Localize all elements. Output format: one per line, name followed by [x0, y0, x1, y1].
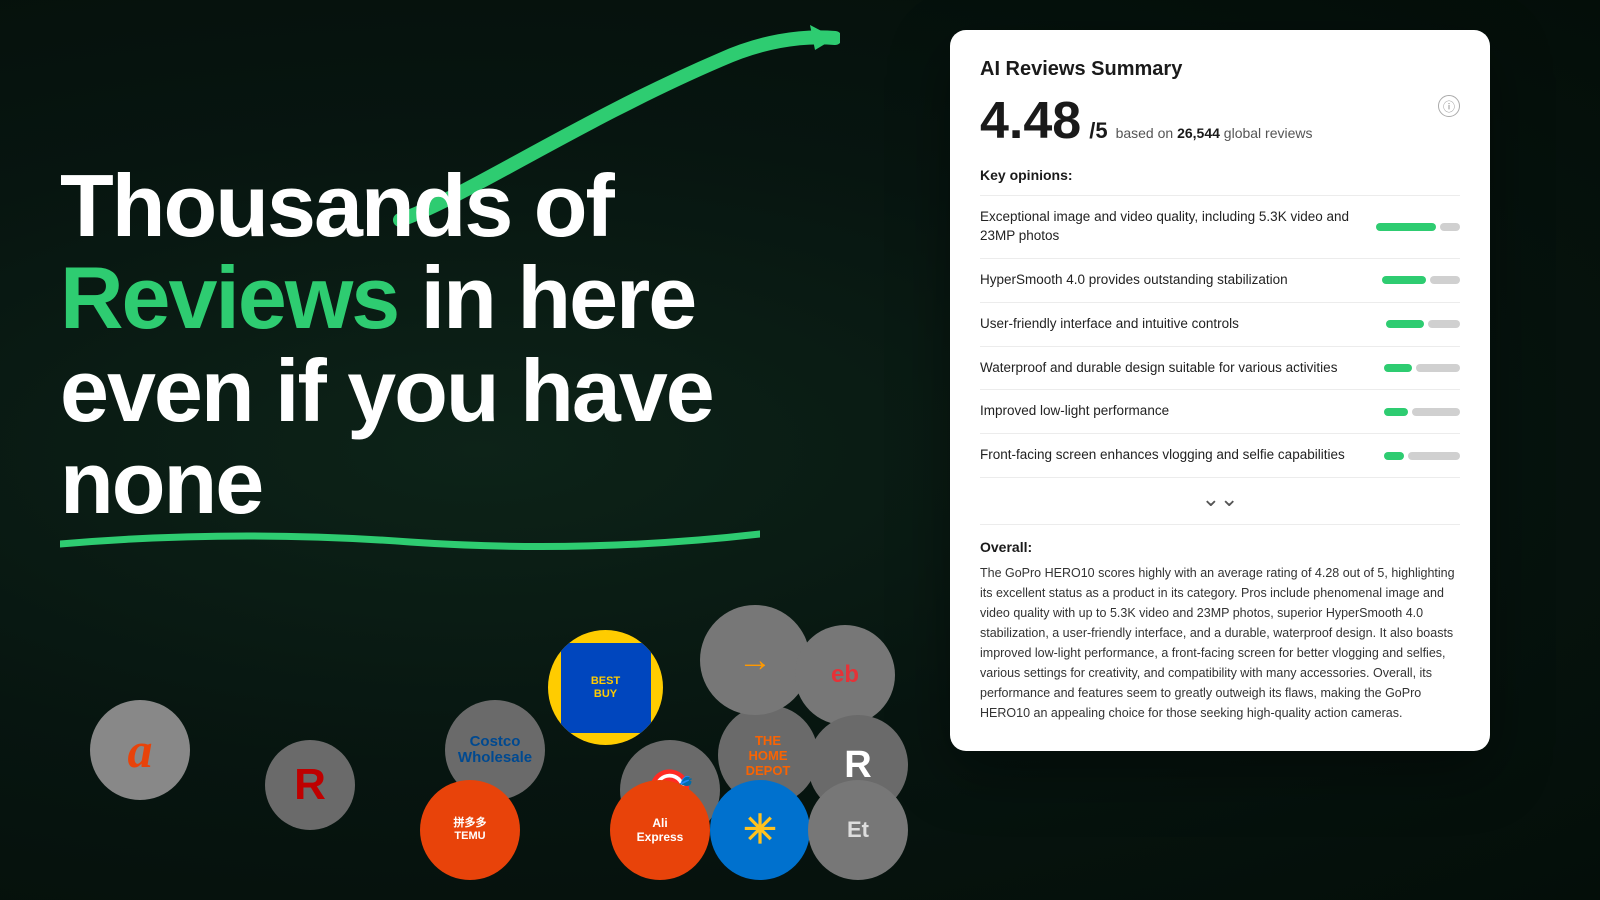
headline: Thousands of Reviews in here even if you…: [60, 160, 810, 530]
rating-value: 4.48: [980, 91, 1081, 151]
alibaba-icon: a: [128, 721, 153, 779]
costco-text: CostcoWholesale: [458, 734, 532, 767]
aliexpress-text: AliExpress: [637, 816, 684, 844]
rating-meta: based on 26,544 global reviews: [1116, 125, 1313, 141]
bar-6: [1384, 452, 1460, 460]
temu-text: 拼多多TEMU: [454, 817, 487, 843]
aliexpress-bubble: AliExpress: [610, 780, 710, 880]
bar-5: [1384, 408, 1460, 416]
bestbuy-inner: BESTBUY: [561, 643, 651, 733]
opinion-row-6: Front-facing screen enhances vlogging an…: [980, 433, 1460, 477]
et-bubble: Et: [808, 780, 908, 880]
rakuten-bubble: R: [265, 740, 355, 830]
bestbuy-text: BESTBUY: [591, 675, 620, 699]
headline-line2: Reviews in here: [60, 252, 810, 344]
left-content: Thousands of Reviews in here even if you…: [60, 160, 810, 530]
card-title: AI Reviews Summary: [980, 58, 1460, 81]
amazon-icon: →: [738, 641, 772, 680]
bar-1: [1376, 223, 1460, 231]
walmart-bubble: ✳: [710, 780, 810, 880]
opinion-row-5: Improved low-light performance: [980, 389, 1460, 433]
headline-line1: Thousands of: [60, 160, 810, 252]
bar-4: [1384, 364, 1460, 372]
opinion-row-2: HyperSmooth 4.0 provides outstanding sta…: [980, 258, 1460, 302]
headline-reviews-word: Reviews: [60, 248, 398, 347]
headline-line3: even if you have none: [60, 345, 810, 530]
logos-area: a R CostcoWholesale BESTBUY 🎯 THEHOMEDEP…: [0, 620, 1600, 860]
rating-row: 4.48 /5 based on 26,544 global reviews ⓘ: [980, 91, 1460, 151]
show-more-chevron[interactable]: ⌄⌄: [980, 477, 1460, 520]
rating-denom: /5: [1089, 118, 1107, 144]
opinion-row-1: Exceptional image and video quality, inc…: [980, 195, 1460, 258]
headline-in-here: in here: [398, 248, 695, 347]
key-opinions-label: Key opinions:: [980, 167, 1460, 183]
opinion-row-3: User-friendly interface and intuitive co…: [980, 302, 1460, 346]
bar-3: [1386, 320, 1460, 328]
temu-bubble: 拼多多TEMU: [420, 780, 520, 880]
info-icon[interactable]: ⓘ: [1438, 95, 1460, 117]
amazon-bubble: →: [700, 605, 810, 715]
ebay-bubble: eb: [795, 625, 895, 725]
overall-label: Overall:: [980, 539, 1460, 555]
homedepot-text: THEHOMEDEPOT: [746, 733, 791, 778]
bestbuy-bubble: BESTBUY: [548, 630, 663, 745]
bar-2: [1382, 276, 1460, 284]
rakuten-icon: R: [294, 760, 326, 810]
alibaba-bubble: a: [90, 700, 190, 800]
opinion-row-4: Waterproof and durable design suitable f…: [980, 346, 1460, 390]
ebay-text: eb: [831, 661, 859, 689]
underline-svg: [60, 524, 760, 552]
et-text: Et: [847, 817, 869, 843]
walmart-star: ✳: [743, 807, 777, 853]
